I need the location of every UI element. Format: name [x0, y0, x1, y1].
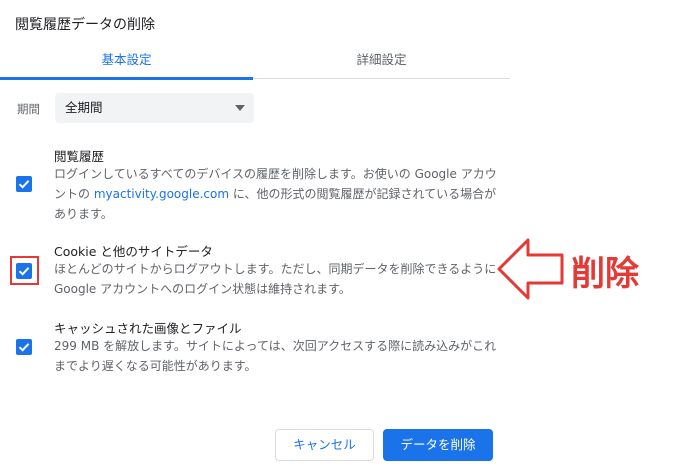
- annotation-label: 削除: [571, 254, 639, 294]
- cancel-button[interactable]: キャンセル: [275, 429, 374, 461]
- myactivity-link[interactable]: myactivity.google.com: [94, 187, 229, 201]
- highlight-box: [10, 256, 39, 285]
- active-tab-indicator: [0, 77, 253, 80]
- option-description: ほとんどのサイトからログアウトします。ただし、同期データを削除できるように Go…: [54, 262, 497, 296]
- checkbox-browsing-history[interactable]: [16, 176, 32, 192]
- dialog-title: 閲覧履歴データの削除: [15, 17, 155, 33]
- dropdown-arrow-icon: [235, 105, 245, 111]
- checkmark-icon: [18, 180, 30, 189]
- option-description: 299 MB を解放します。サイトによっては、次回アクセスする際に読み込みがこれ…: [54, 339, 497, 373]
- option-title: キャッシュされた画像とファイル: [54, 321, 242, 336]
- left-arrow-icon: [497, 238, 564, 300]
- clear-browsing-data-dialog: 閲覧履歴データの削除 基本設定 詳細設定 期間 全期間 閲覧履歴 ログインしてい…: [0, 0, 510, 472]
- tab-advanced[interactable]: 詳細設定: [255, 42, 508, 78]
- period-select[interactable]: 全期間: [55, 93, 254, 123]
- period-select-value: 全期間: [65, 100, 103, 115]
- clear-data-button[interactable]: データを削除: [383, 429, 493, 461]
- tab-basic[interactable]: 基本設定: [0, 42, 253, 78]
- period-label: 期間: [17, 102, 40, 116]
- checkbox-cache[interactable]: [16, 339, 32, 355]
- checkmark-icon: [18, 343, 30, 352]
- option-description: ログインしているすべてのデバイスの履歴を削除します。お使いの Google アカ…: [54, 164, 499, 224]
- option-title: 閲覧履歴: [54, 149, 105, 164]
- tab-bar: 基本設定 詳細設定: [0, 42, 510, 80]
- option-title: Cookie と他のサイトデータ: [54, 244, 213, 259]
